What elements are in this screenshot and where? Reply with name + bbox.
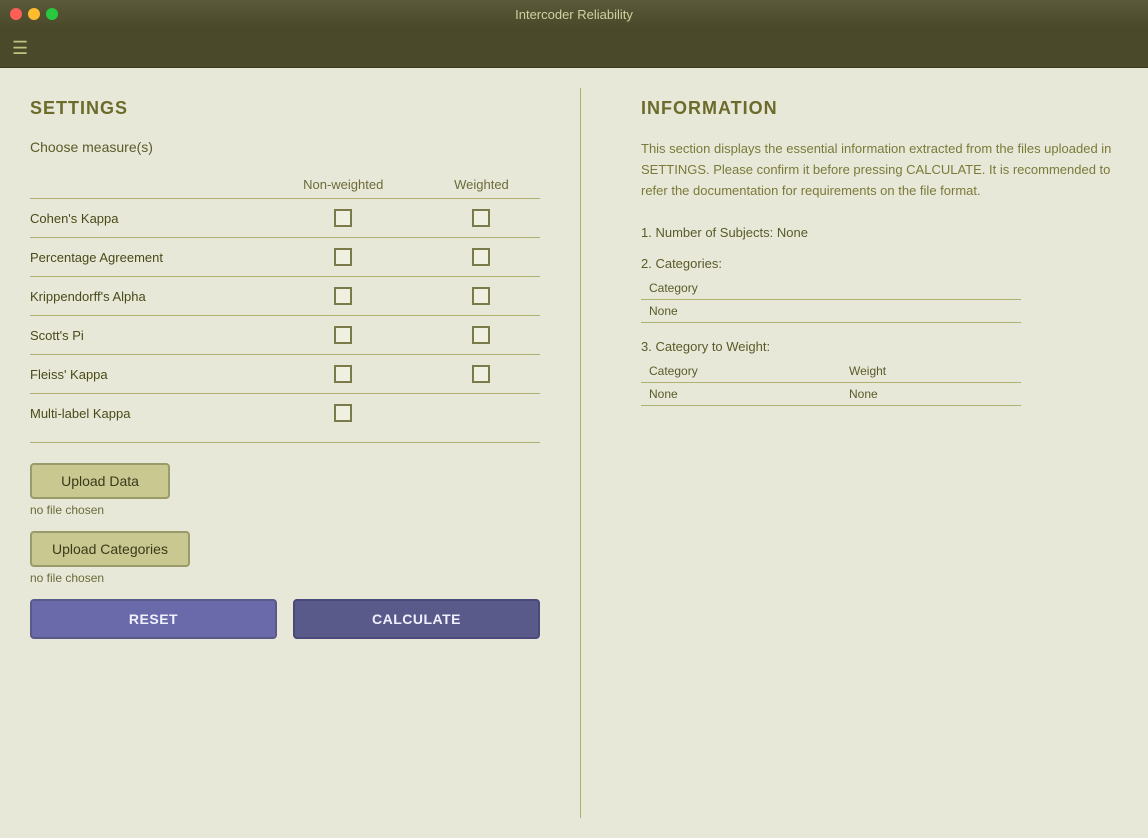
- table-row: Fleiss' Kappa: [30, 355, 540, 394]
- subjects-number: 1.: [641, 225, 652, 240]
- col-measure: [30, 171, 264, 199]
- upload-categories-button[interactable]: Upload Categories: [30, 531, 190, 567]
- categories-title: 2. Categories:: [641, 256, 1118, 271]
- information-panel: INFORMATION This section displays the es…: [611, 88, 1128, 818]
- traffic-lights: [10, 8, 58, 20]
- reset-button[interactable]: RESET: [30, 599, 277, 639]
- table-row: Cohen's Kappa: [30, 199, 540, 238]
- action-buttons: RESET CALCULATE: [30, 599, 540, 639]
- kripp-nw-cell: [264, 277, 423, 316]
- measure-label: Krippendorff's Alpha: [30, 277, 264, 316]
- pct-agree-nw-cell: [264, 238, 423, 277]
- settings-panel: SETTINGS Choose measure(s) Non-weighted …: [20, 88, 550, 818]
- table-row: Multi-label Kappa: [30, 394, 540, 433]
- panel-divider: [580, 88, 581, 818]
- measure-label: Cohen's Kappa: [30, 199, 264, 238]
- multilabel-w-cell: [423, 394, 540, 433]
- subjects-key: Number of Subjects:: [655, 225, 773, 240]
- upload-section: Upload Data no file chosen Upload Catego…: [30, 463, 540, 585]
- cw-weight-value: None: [841, 383, 1021, 406]
- multilabel-nw-cell: [264, 394, 423, 433]
- pct-agree-w-checkbox[interactable]: [472, 248, 490, 266]
- subjects-value: None: [777, 225, 808, 240]
- col-non-weighted: Non-weighted: [264, 171, 423, 199]
- pct-agree-w-cell: [423, 238, 540, 277]
- window-title: Intercoder Reliability: [515, 7, 633, 22]
- kripp-w-checkbox[interactable]: [472, 287, 490, 305]
- information-description: This section displays the essential info…: [641, 139, 1118, 201]
- table-bottom-divider: [30, 442, 540, 443]
- upload-categories-status: no file chosen: [30, 571, 540, 585]
- category-value: None: [641, 300, 1021, 323]
- scotts-pi-nw-cell: [264, 316, 423, 355]
- main-content: SETTINGS Choose measure(s) Non-weighted …: [0, 68, 1148, 838]
- kripp-nw-checkbox[interactable]: [334, 287, 352, 305]
- choose-measures-label: Choose measure(s): [30, 139, 540, 155]
- titlebar: Intercoder Reliability: [0, 0, 1148, 28]
- categories-header: Category: [641, 277, 1021, 300]
- scotts-pi-w-checkbox[interactable]: [472, 326, 490, 344]
- cw-col-category: Category: [641, 360, 841, 383]
- fleiss-nw-checkbox[interactable]: [334, 365, 352, 383]
- table-row: None: [641, 300, 1021, 323]
- categories-table: Category None: [641, 277, 1021, 323]
- scotts-pi-nw-checkbox[interactable]: [334, 326, 352, 344]
- info-item-category-weight: 3. Category to Weight: Category Weight N…: [641, 339, 1118, 406]
- measure-label: Multi-label Kappa: [30, 394, 264, 433]
- cohens-kappa-nw-cell: [264, 199, 423, 238]
- cohens-kappa-nw-checkbox[interactable]: [334, 209, 352, 227]
- table-row: Percentage Agreement: [30, 238, 540, 277]
- fleiss-w-checkbox[interactable]: [472, 365, 490, 383]
- fleiss-nw-cell: [264, 355, 423, 394]
- table-row: Krippendorff's Alpha: [30, 277, 540, 316]
- scotts-pi-w-cell: [423, 316, 540, 355]
- menubar: ☰: [0, 28, 1148, 68]
- cw-col-weight: Weight: [841, 360, 1021, 383]
- hamburger-icon[interactable]: ☰: [12, 39, 28, 57]
- info-item-categories: 2. Categories: Category None: [641, 256, 1118, 323]
- measures-table: Non-weighted Weighted Cohen's Kappa: [30, 171, 540, 432]
- info-item-subjects: 1. Number of Subjects: None: [641, 225, 1118, 240]
- information-title: INFORMATION: [641, 98, 1118, 119]
- table-row: None None: [641, 383, 1021, 406]
- category-weight-table: Category Weight None None: [641, 360, 1021, 406]
- close-button[interactable]: [10, 8, 22, 20]
- table-row: Scott's Pi: [30, 316, 540, 355]
- cohens-kappa-w-checkbox[interactable]: [472, 209, 490, 227]
- pct-agree-nw-checkbox[interactable]: [334, 248, 352, 266]
- col-weighted: Weighted: [423, 171, 540, 199]
- measure-label: Fleiss' Kappa: [30, 355, 264, 394]
- category-weight-title: 3. Category to Weight:: [641, 339, 1118, 354]
- upload-data-button[interactable]: Upload Data: [30, 463, 170, 499]
- maximize-button[interactable]: [46, 8, 58, 20]
- measure-label: Scott's Pi: [30, 316, 264, 355]
- measure-label: Percentage Agreement: [30, 238, 264, 277]
- multilabel-nw-checkbox[interactable]: [334, 404, 352, 422]
- cw-category-value: None: [641, 383, 841, 406]
- settings-title: SETTINGS: [30, 98, 540, 119]
- subjects-label: 1. Number of Subjects: None: [641, 225, 1118, 240]
- calculate-button[interactable]: CALCULATE: [293, 599, 540, 639]
- cohens-kappa-w-cell: [423, 199, 540, 238]
- upload-data-status: no file chosen: [30, 503, 540, 517]
- minimize-button[interactable]: [28, 8, 40, 20]
- fleiss-w-cell: [423, 355, 540, 394]
- kripp-w-cell: [423, 277, 540, 316]
